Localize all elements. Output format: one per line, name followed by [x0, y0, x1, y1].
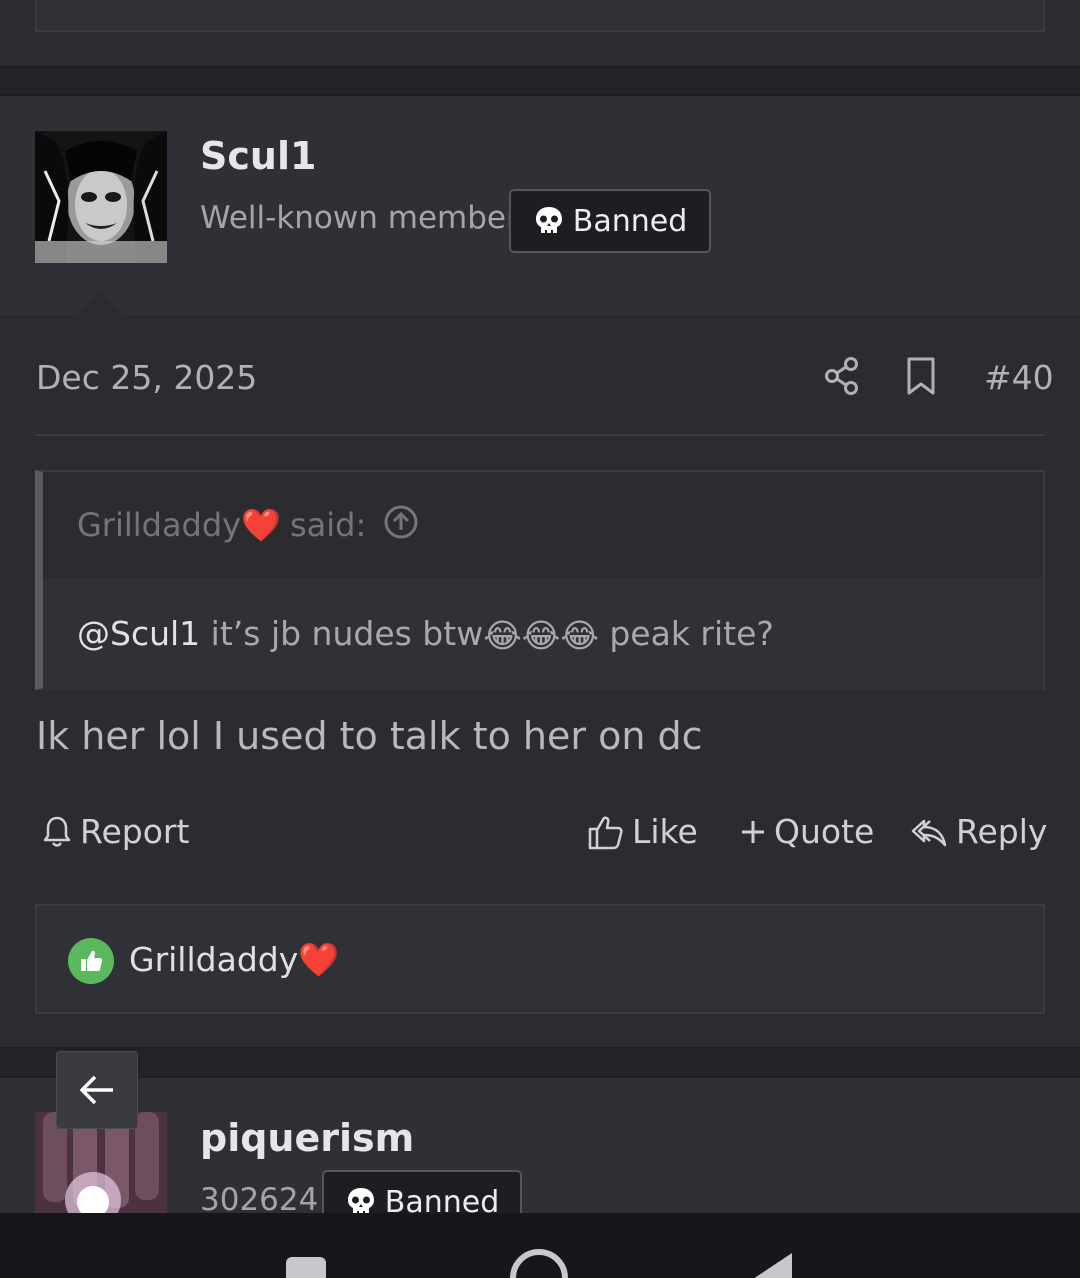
- quote-text: @Scul1 it’s jb nudes btw😂😂😂 peak rite?: [77, 614, 774, 655]
- reply-button[interactable]: Reply: [910, 812, 1047, 851]
- avatar[interactable]: [35, 131, 167, 263]
- user-title: Well-known member: [200, 200, 519, 236]
- thumbs-up-icon: [68, 938, 114, 984]
- reply-label: Reply: [956, 812, 1048, 851]
- reaction-users[interactable]: Grilldaddy❤️: [129, 940, 339, 980]
- forum-thread-page: Scul1 Well-known member Banned Dec 25, 2…: [0, 0, 1080, 1278]
- reactions-bar[interactable]: Grilldaddy❤️: [35, 904, 1045, 1014]
- share-icon[interactable]: [824, 356, 860, 400]
- username[interactable]: piquerism: [200, 1116, 414, 1160]
- next-post: piquerism 302624 Banned: [0, 1076, 1080, 1234]
- banned-badge: Banned: [509, 189, 711, 253]
- post-date[interactable]: Dec 25, 2025: [36, 358, 257, 397]
- quote-text-before: it’s jb nudes btw: [200, 614, 484, 653]
- report-label: Report: [80, 812, 190, 851]
- back-button[interactable]: [56, 1051, 138, 1129]
- post-number-link[interactable]: #40: [984, 358, 1054, 397]
- arrow-up-circle-icon[interactable]: [383, 504, 419, 544]
- like-label: Like: [632, 812, 698, 851]
- laughing-tears-emoji: 😂: [521, 616, 561, 655]
- laughing-tears-emoji: 😂: [483, 616, 522, 655]
- system-back-button[interactable]: [750, 1253, 792, 1278]
- quote-button[interactable]: Quote: [740, 812, 874, 851]
- quote-label: Quote: [774, 812, 875, 851]
- bookmark-icon[interactable]: [905, 356, 937, 400]
- previous-reactions-box: [35, 0, 1045, 32]
- avatar-dark-portrait-icon: [35, 131, 167, 263]
- user-block-pointer: [70, 290, 130, 320]
- banned-label: Banned: [572, 203, 688, 239]
- skull-icon: [535, 207, 562, 233]
- username[interactable]: Scul1: [200, 134, 316, 178]
- post-message: Ik her lol I used to talk to her on dc: [36, 714, 703, 758]
- quote-text-after: peak rite?: [598, 614, 774, 653]
- quote-block: Grilldaddy❤️ said: @Scul1 it’s jb nudes …: [35, 470, 1045, 690]
- post-40: Scul1 Well-known member Banned Dec 25, 2…: [0, 94, 1080, 1049]
- quote-said-label: said:: [290, 506, 367, 544]
- divider: [35, 434, 1045, 436]
- post-separator: [0, 1049, 1080, 1076]
- quote-body: @Scul1 it’s jb nudes btw😂😂😂 peak rite?: [43, 578, 1043, 690]
- reply-icon: [911, 819, 947, 846]
- post-actions: Report Like Quote Reply: [0, 812, 1080, 864]
- quote-author[interactable]: Grilldaddy❤️: [77, 506, 281, 544]
- like-button[interactable]: Like: [586, 812, 698, 851]
- mention-link[interactable]: @Scul1: [77, 614, 200, 653]
- thumbs-up-icon: [588, 816, 623, 849]
- bell-icon: [43, 816, 71, 847]
- system-navigation-bar: [0, 1213, 1080, 1278]
- laughing-tears-emoji: 😂: [560, 616, 599, 655]
- post-separator: [0, 68, 1080, 94]
- quote-header: Grilldaddy❤️ said:: [43, 472, 1043, 578]
- home-button[interactable]: [510, 1249, 568, 1278]
- report-button[interactable]: Report: [42, 812, 189, 851]
- recents-button[interactable]: [286, 1257, 326, 1278]
- plus-icon: [742, 820, 764, 843]
- arrow-left-icon: [80, 1075, 113, 1105]
- previous-post-remnant: [0, 0, 1080, 68]
- post-user-block: Scul1 Well-known member Banned: [0, 96, 1080, 320]
